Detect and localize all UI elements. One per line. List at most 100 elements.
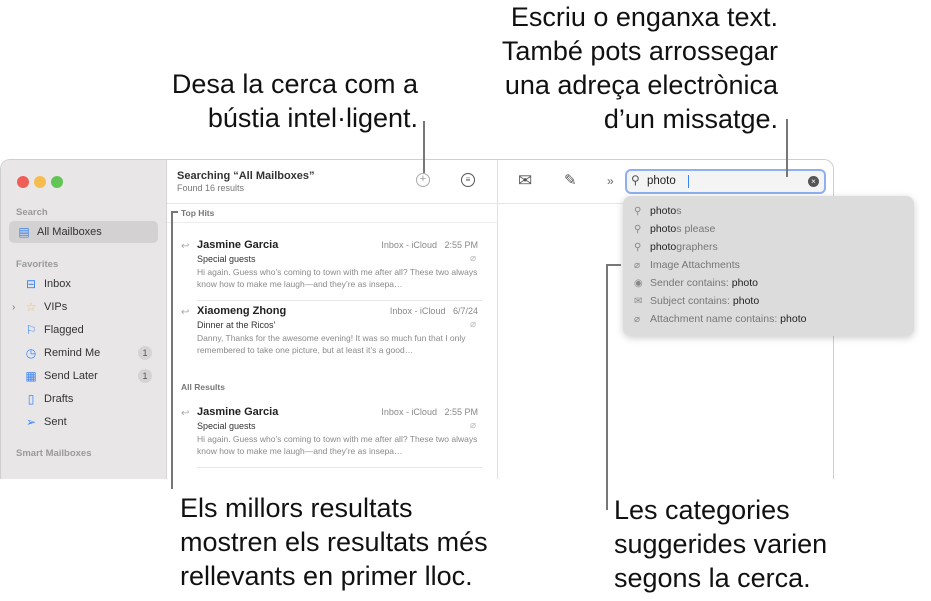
envelope-icon[interactable]: ✉ bbox=[518, 171, 532, 191]
compose-icon[interactable]: ✎ bbox=[564, 171, 577, 189]
sidebar-item-label: All Mailboxes bbox=[37, 226, 102, 238]
subject: Special guests bbox=[197, 254, 256, 264]
suggestion-text: Sender contains: bbox=[650, 277, 729, 289]
close-button[interactable] bbox=[17, 176, 29, 188]
result-count: Found 16 results bbox=[177, 183, 245, 193]
document-icon: ▯ bbox=[27, 392, 35, 406]
mailbox: Inbox - iCloud bbox=[381, 407, 437, 417]
suggestion-item[interactable]: ⚲ photo s bbox=[623, 202, 914, 220]
mailbox-and-time: Inbox - iCloud 6/7/24 bbox=[390, 306, 478, 316]
suggestion-item[interactable]: ⌀ Attachment name contains: photo bbox=[623, 310, 914, 328]
preview: Danny, Thanks for the awesome evening! I… bbox=[197, 333, 466, 355]
preview: Hi again. Guess who’s coming to town wit… bbox=[197, 267, 478, 289]
suggestion-item[interactable]: ⌀ Image Attachments bbox=[623, 256, 914, 274]
divider bbox=[167, 203, 498, 204]
callout-line: rellevants en primer lloc. bbox=[180, 561, 473, 591]
paperclip-icon: ⌀ bbox=[634, 259, 641, 271]
save-smart-mailbox-button[interactable]: + bbox=[416, 173, 430, 187]
section-search: Search bbox=[16, 207, 48, 218]
callout-categories: Les categories suggerides varien segons … bbox=[614, 493, 827, 595]
time: 6/7/24 bbox=[452, 306, 478, 316]
divider bbox=[197, 467, 482, 468]
sidebar-item-label: Send Later bbox=[44, 370, 98, 382]
suggestion-item[interactable]: ◉ Sender contains: photo bbox=[623, 274, 914, 292]
callout-line: mostren els resultats més bbox=[180, 527, 488, 557]
suggestion-text: graphers bbox=[676, 241, 718, 253]
callout-line: segons la cerca. bbox=[614, 563, 811, 593]
sidebar-item-label: Drafts bbox=[44, 393, 74, 405]
callout-type-text: Escriu o enganxa text. També pots arross… bbox=[502, 0, 778, 136]
sender: Jasmine Garcia bbox=[197, 406, 279, 418]
callout-pointer bbox=[423, 121, 425, 173]
callout-pointer bbox=[606, 264, 608, 510]
message-row[interactable]: ↩ Jasmine Garcia Inbox - iCloud 2:55 PM … bbox=[167, 404, 498, 468]
sidebar-item-all-mailboxes[interactable]: ▤ All Mailboxes bbox=[9, 221, 158, 243]
zoom-button[interactable] bbox=[51, 176, 63, 188]
mailbox-and-time: Inbox - iCloud 2:55 PM bbox=[381, 240, 478, 250]
sidebar-item-label: Remind Me bbox=[44, 347, 101, 359]
search-icon: ⚲ bbox=[634, 223, 642, 235]
subject: Dinner at the Ricos' bbox=[197, 320, 276, 330]
suggestion-item[interactable]: ⚲ photo s please bbox=[623, 220, 914, 238]
top-hits-header: Top Hits bbox=[181, 208, 215, 218]
replied-icon: ↩ bbox=[181, 408, 190, 419]
search-input[interactable]: ⚲ photo × bbox=[625, 169, 826, 194]
sidebar-item-label: Flagged bbox=[44, 324, 84, 336]
chevron-right-icon[interactable]: › bbox=[12, 302, 15, 313]
clock-icon: ◷ bbox=[25, 346, 37, 360]
message-row[interactable]: ↩ Jasmine Garcia Inbox - iCloud 2:55 PM … bbox=[167, 237, 498, 301]
callout-pointer bbox=[606, 264, 621, 266]
section-favorites: Favorites bbox=[16, 259, 59, 270]
chevron-double-right-icon[interactable]: » bbox=[607, 174, 614, 188]
count-badge: 1 bbox=[138, 369, 152, 383]
paperplane-icon: ➢ bbox=[25, 415, 37, 429]
suggestion-item[interactable]: ✉ Subject contains: photo bbox=[623, 292, 914, 310]
tray-icon: ⊟ bbox=[25, 277, 37, 291]
suggestion-text: Attachment name contains: bbox=[650, 313, 778, 325]
callout-bracket bbox=[171, 211, 178, 213]
search-icon: ⚲ bbox=[634, 205, 642, 217]
sidebar-item-flagged[interactable]: ⚐ Flagged bbox=[9, 319, 158, 341]
suggestion-text: s please bbox=[676, 223, 716, 235]
sender: Xiaomeng Zhong bbox=[197, 305, 287, 317]
time: 2:55 PM bbox=[444, 407, 478, 417]
message-row[interactable]: ↩ Xiaomeng Zhong Inbox - iCloud 6/7/24 D… bbox=[167, 303, 498, 367]
callout-save-search: Desa la cerca com a bústia intel·ligent. bbox=[172, 67, 418, 135]
sidebar-item-sent[interactable]: ➢ Sent bbox=[9, 411, 158, 433]
callout-line: suggerides varien bbox=[614, 529, 828, 559]
callout-pointer bbox=[786, 119, 788, 177]
tray-stack-icon: ▤ bbox=[18, 225, 30, 239]
suggestion-text: s bbox=[676, 205, 682, 217]
suggestion-item[interactable]: ⚲ photo graphers bbox=[623, 238, 914, 256]
sidebar-item-remind-me[interactable]: ◷ Remind Me 1 bbox=[9, 342, 158, 364]
replied-icon: ↩ bbox=[181, 241, 190, 252]
callout-top-hits: Els millors resultats mostren els result… bbox=[180, 491, 488, 593]
callout-bracket bbox=[171, 211, 173, 489]
divider bbox=[167, 222, 498, 223]
suggestion-match: photo bbox=[650, 205, 677, 217]
sidebar-item-label: Inbox bbox=[44, 278, 71, 290]
suggestion-term: photo bbox=[731, 277, 759, 289]
callout-line: Desa la cerca com a bbox=[171, 69, 418, 99]
suggestion-text: Subject contains: bbox=[650, 295, 730, 307]
paperclip-icon: ⌀ bbox=[469, 319, 476, 330]
suggestion-text: Image Attachments bbox=[650, 259, 740, 271]
paperclip-icon: ⌀ bbox=[469, 253, 476, 264]
calendar-icon: ▦ bbox=[25, 369, 37, 383]
minimize-button[interactable] bbox=[34, 176, 46, 188]
callout-line: Els millors resultats bbox=[180, 493, 413, 523]
envelope-icon: ✉ bbox=[634, 295, 643, 307]
filter-icon[interactable]: ≡ bbox=[461, 173, 475, 187]
sidebar-item-drafts[interactable]: ▯ Drafts bbox=[9, 388, 158, 410]
sidebar-item-vips[interactable]: › ☆ VIPs bbox=[9, 296, 158, 318]
subject: Special guests bbox=[197, 421, 256, 431]
preview: Hi again. Guess who’s coming to town wit… bbox=[197, 434, 478, 456]
sidebar-item-inbox[interactable]: ⊟ Inbox bbox=[9, 273, 158, 295]
message-list: Searching “All Mailboxes” Found 16 resul… bbox=[167, 160, 498, 479]
sidebar-item-send-later[interactable]: ▦ Send Later 1 bbox=[9, 365, 158, 387]
paperclip-icon: ⌀ bbox=[469, 420, 476, 431]
clear-search-button[interactable]: × bbox=[808, 176, 819, 187]
replied-icon: ↩ bbox=[181, 307, 190, 318]
sidebar-item-label: VIPs bbox=[44, 301, 68, 313]
search-value: photo bbox=[647, 175, 676, 187]
